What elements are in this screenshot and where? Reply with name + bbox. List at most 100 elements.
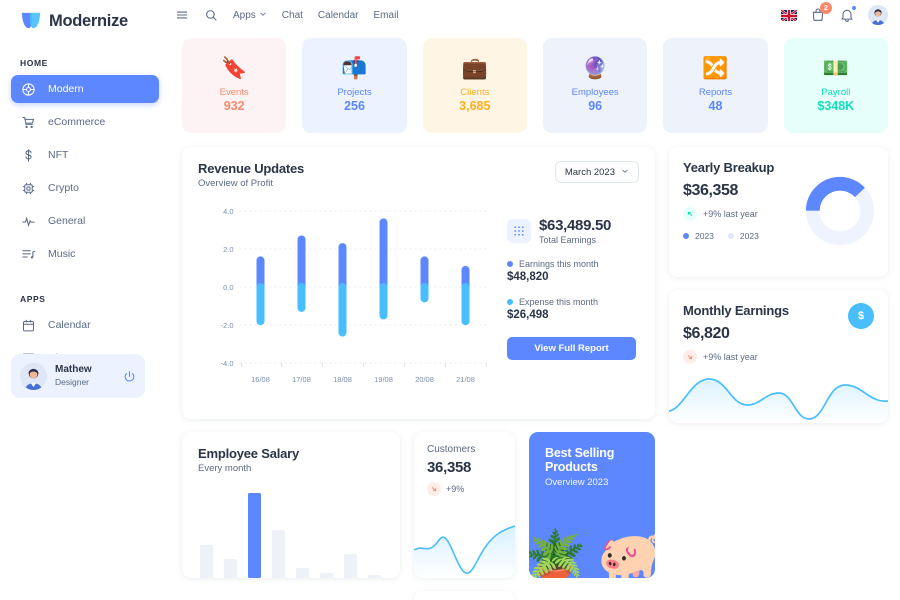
svg-text:17/08: 17/08	[292, 375, 311, 384]
chip-icon	[21, 181, 36, 196]
sidebar-item-crypto[interactable]: Crypto	[11, 174, 159, 202]
money-plant-piggy-bank-icon: 🪴 🐖	[529, 489, 655, 578]
chevron-down-icon	[621, 167, 629, 178]
revenue-header: Revenue Updates Overview of Profit March…	[198, 161, 639, 189]
legend-dot	[507, 299, 513, 305]
profile-text: Mathew Designer	[55, 364, 115, 387]
sidebar-item-label: General	[48, 215, 86, 227]
arrow-down-icon	[427, 482, 441, 496]
sidebar-item-nft[interactable]: NFT	[11, 141, 159, 169]
svg-text:19/08: 19/08	[374, 375, 393, 384]
stat-card-reports[interactable]: 🔀 Reports 48	[663, 38, 768, 133]
topnav-link-email[interactable]: Email	[374, 10, 399, 21]
monthly-trend: +9% last year	[683, 350, 874, 364]
sidebar-item-modern[interactable]: Modern	[11, 75, 159, 103]
content: 🔖 Events 932 📬 Projects 256 💼 Clients 3,…	[170, 30, 900, 600]
monthly-earnings-spark	[669, 371, 888, 423]
period-select[interactable]: March 2023	[554, 161, 639, 183]
employee-salary-chart	[192, 493, 390, 578]
monthly-trend-text: +9% last year	[703, 352, 758, 362]
stat-card-payroll[interactable]: 💵 Payroll $348K	[783, 38, 888, 133]
bottom-row: Employee Salary Every month Customers 36…	[182, 432, 655, 600]
uk-flag-icon[interactable]	[781, 9, 797, 21]
yearly-legend-label: 2023	[695, 231, 714, 241]
sidebar-item-general[interactable]: General	[11, 207, 159, 235]
sidebar: Modernize HOME Modern eCommerce NFT Cryp…	[0, 0, 170, 600]
stat-label: Projects	[337, 87, 372, 98]
view-full-report-button[interactable]: View Full Report	[507, 337, 636, 360]
period-select-value: March 2023	[564, 166, 615, 178]
dollar-icon: $	[848, 303, 874, 329]
sidebar-profile-card[interactable]: Mathew Designer	[11, 354, 145, 398]
breakdown-label: Expense this month	[507, 297, 639, 307]
stat-card-employees[interactable]: 🔮 Employees 96	[542, 38, 648, 133]
sidebar-item-label: eCommerce	[48, 116, 106, 128]
sidebar-section-home: HOME	[20, 58, 48, 68]
stat-label: Payroll	[821, 87, 851, 98]
yearly-legend-label: 2023	[739, 231, 759, 241]
projects-card: Projects 78,298 +9%	[414, 591, 515, 600]
cart-badge: 2	[820, 2, 832, 14]
page-title: Revenue Updates	[198, 161, 305, 176]
total-earnings-group: $63,489.50 Total Earnings	[507, 217, 639, 245]
share-nodes-icon: 🔀	[702, 57, 729, 80]
shopping-bag-icon[interactable]: 2	[810, 2, 832, 23]
stat-card-projects[interactable]: 📬 Projects 256	[302, 38, 407, 133]
yearly-breakup-card: Yearly Breakup $36,358 +9% last year 202	[669, 147, 888, 277]
power-icon[interactable]	[123, 370, 136, 383]
topnav-link-calendar[interactable]: Calendar	[318, 10, 359, 21]
stat-value: 932	[223, 99, 245, 113]
customers-title: Customers	[427, 444, 476, 455]
sidebar-item-label: Crypto	[48, 182, 79, 194]
sidebar-item-ecommerce[interactable]: eCommerce	[11, 108, 159, 136]
sidebar-item-label: Modern	[48, 83, 84, 95]
monthly-earnings-card: Monthly Earnings $6,820 +9% last year $	[669, 290, 888, 423]
topnav-link-label: Email	[373, 9, 399, 21]
topbar: Apps Chat Calendar Email 2	[170, 0, 900, 30]
yearly-trend-text: +9% last year	[703, 209, 758, 219]
money-icon: 💵	[822, 57, 849, 80]
sidebar-item-music[interactable]: Music	[11, 240, 159, 268]
topnav-link-apps[interactable]: Apps	[233, 10, 267, 21]
total-earnings-caption: Total Earnings	[539, 235, 597, 245]
revenue-body: 4.0 2.0 0.0 -2.0 -4.0 16/08 17/08 18/08 …	[198, 193, 639, 393]
sidebar-item-calendar[interactable]: Calendar	[11, 311, 159, 339]
profile-name: Mathew	[55, 364, 92, 376]
svg-text:20/08: 20/08	[415, 375, 434, 384]
topnav-link-chat[interactable]: Chat	[282, 10, 303, 21]
stat-card-events[interactable]: 🔖 Events 932	[182, 38, 287, 133]
stats-row: 🔖 Events 932 📬 Projects 256 💼 Clients 3,…	[182, 38, 888, 133]
topnav-link-label: Apps	[233, 9, 256, 21]
breakdown-label: Earnings this month	[507, 259, 639, 269]
notification-bell-icon[interactable]	[839, 5, 857, 23]
topnav-link-label: Calendar	[317, 9, 359, 21]
topnav-link-label: Chat	[281, 9, 303, 21]
avatar[interactable]	[868, 5, 888, 25]
profile-role: Designer	[55, 376, 90, 387]
revenue-updates-chart: 4.0 2.0 0.0 -2.0 -4.0 16/08 17/08 18/08 …	[198, 193, 499, 393]
breakdown-label-text: Expense this month	[519, 297, 599, 307]
yearly-legend-item: 2023	[727, 231, 759, 241]
briefcase-icon: 💼	[461, 57, 488, 80]
employee-salary-title: Employee Salary	[198, 446, 300, 461]
employee-salary-card: Employee Salary Every month	[182, 432, 400, 578]
modern-dashboard-icon	[21, 82, 36, 97]
brand-logo-group[interactable]: Modernize	[11, 6, 159, 36]
chevron-down-icon	[259, 10, 267, 21]
playlist-icon	[21, 247, 36, 262]
modernize-logo-icon	[20, 11, 42, 31]
stat-card-clients[interactable]: 💼 Clients 3,685	[422, 38, 527, 133]
avatar	[20, 362, 47, 390]
mailbox-icon: 📬	[341, 57, 368, 80]
stat-label: Events	[219, 87, 249, 98]
shopping-cart-icon	[21, 115, 36, 130]
dashboard-app: Modernize HOME Modern eCommerce NFT Cryp…	[0, 0, 900, 600]
best-selling-title: Best Selling Products	[545, 446, 615, 474]
hamburger-menu-icon[interactable]	[175, 8, 189, 22]
brand-name: Modernize	[49, 11, 128, 30]
money-plant-icon: 🪴	[529, 529, 587, 578]
calendar-icon	[21, 318, 36, 333]
dashboard-columns: Revenue Updates Overview of Profit March…	[182, 147, 888, 600]
search-icon[interactable]	[204, 8, 218, 22]
monthly-earnings-title: Monthly Earnings	[683, 303, 789, 318]
